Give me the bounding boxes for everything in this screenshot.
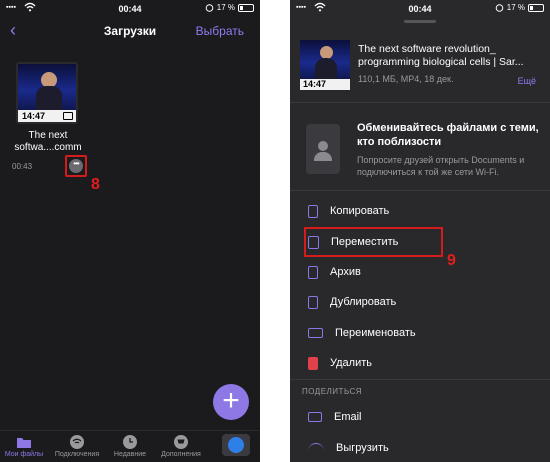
rename-action[interactable]: Переименовать	[308, 323, 416, 343]
duplicate-action[interactable]: Дублировать	[308, 292, 396, 312]
select-button[interactable]: Выбрать	[196, 24, 244, 38]
file-thumbnail: 14:47	[300, 40, 350, 90]
tab-bar: Мои файлы Подключения Недавние Дополнени…	[0, 430, 260, 462]
copy-icon	[308, 204, 318, 218]
tab-my-files[interactable]: Мои файлы	[0, 435, 50, 458]
cart-icon	[174, 435, 188, 449]
browser-button[interactable]	[222, 434, 250, 456]
upload-action[interactable]: Выгрузить	[308, 438, 389, 458]
rename-icon	[308, 328, 323, 338]
video-icon	[63, 112, 73, 120]
delete-action[interactable]: Удалить	[308, 353, 372, 373]
battery-icon	[528, 3, 544, 12]
video-preview: 14:47	[18, 64, 76, 122]
archive-icon	[308, 265, 318, 279]
file-name-line1: The next	[28, 130, 68, 141]
file-meta: 110,1 МБ, MP4, 18 дек.	[358, 74, 454, 84]
tab-addons[interactable]: Дополнения	[155, 435, 207, 458]
share-section-label: ПОДЕЛИТЬСЯ	[302, 387, 363, 396]
alarm-icon	[205, 4, 214, 12]
alarm-icon	[495, 4, 504, 12]
divider	[290, 102, 550, 103]
add-button[interactable]: +	[213, 384, 249, 420]
wifi-icon	[70, 435, 84, 449]
status-bar: ▪▪▪▪ 00:44 17 %	[290, 0, 550, 18]
nearby-share-description: Попросите друзей открыть Documents и под…	[357, 155, 525, 177]
duplicate-icon	[308, 295, 318, 309]
envelope-icon	[308, 412, 322, 422]
divider	[290, 379, 550, 380]
sheet-drag-handle[interactable]	[404, 20, 436, 23]
archive-action[interactable]: Архив	[308, 262, 361, 282]
file-actions-sheet: ▪▪▪▪ 00:44 17 % 14:47 The next software …	[290, 0, 550, 462]
tab-connections[interactable]: Подключения	[51, 435, 103, 458]
email-action[interactable]: Email	[308, 407, 362, 427]
file-name-line2: softwa....comm	[14, 142, 82, 153]
plus-icon: +	[222, 384, 240, 417]
battery-percent: 17 %	[216, 3, 235, 12]
battery-icon	[238, 3, 254, 12]
downloads-screen: ▪▪▪▪ 00:44 17 % ‹ Загрузки Выбрать 14:47…	[0, 0, 260, 462]
step-annotation: 8	[91, 176, 100, 193]
more-link[interactable]: Ещё	[518, 76, 536, 86]
battery-percent: 17 %	[506, 3, 525, 12]
copy-action[interactable]: Копировать	[308, 201, 389, 221]
folder-icon	[17, 438, 31, 448]
ellipsis-icon: •••	[69, 159, 83, 173]
nearby-share-title: Обменивайтесь файлами с теми, кто поблиз…	[357, 122, 539, 148]
trash-icon	[308, 356, 318, 370]
clock-icon	[123, 435, 137, 449]
tab-recent[interactable]: Недавние	[104, 435, 156, 458]
file-more-button[interactable]: •••	[65, 155, 87, 177]
nearby-share-avatar	[306, 124, 340, 174]
file-thumbnail[interactable]: 14:47	[16, 62, 78, 124]
file-time: 00:43	[12, 162, 33, 171]
status-bar: ▪▪▪▪ 00:44 17 %	[0, 0, 260, 18]
move-highlight-box	[304, 227, 443, 257]
file-title: The next software revolution_ programmin…	[358, 43, 524, 68]
nav-bar: ‹ Загрузки Выбрать	[0, 18, 260, 46]
step-annotation: 9	[447, 252, 456, 269]
cloud-upload-icon	[308, 443, 324, 453]
video-duration: 14:47	[300, 79, 350, 90]
divider	[290, 190, 550, 191]
compass-icon	[228, 437, 244, 453]
